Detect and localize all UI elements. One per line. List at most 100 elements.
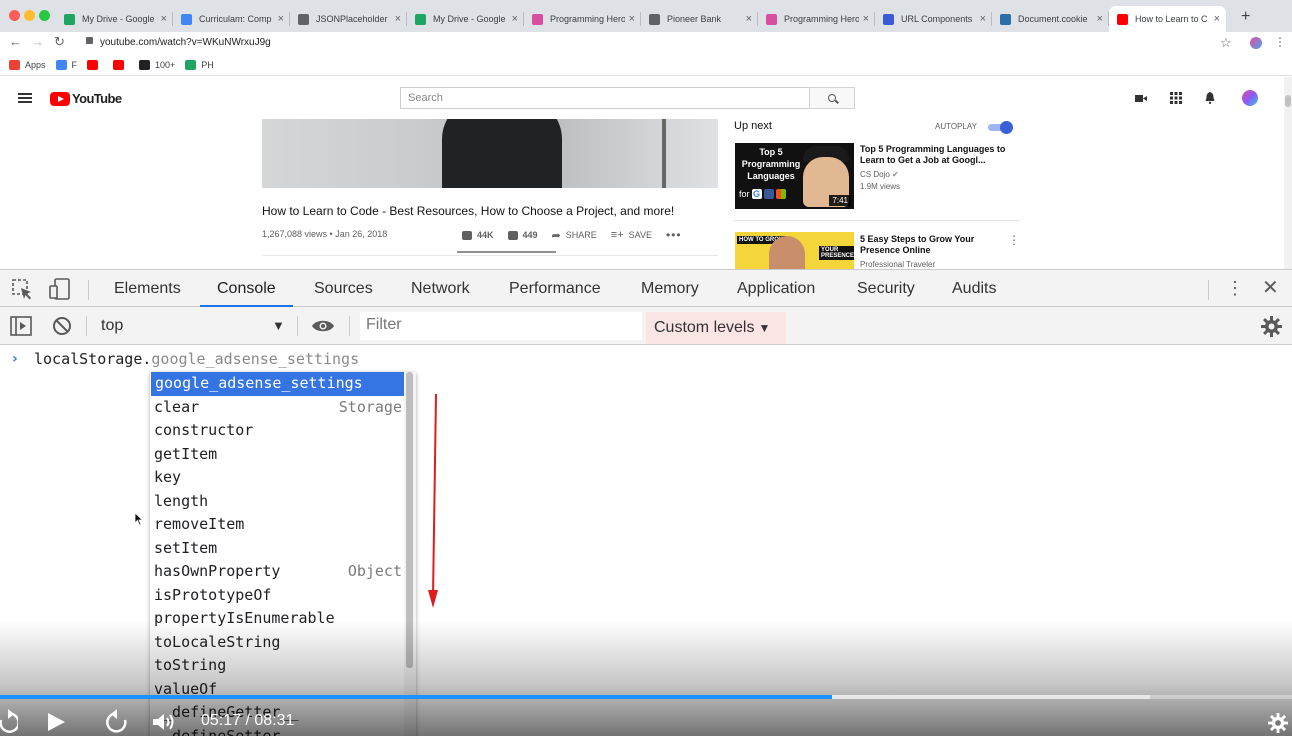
dislike-button[interactable]: 449 [507, 230, 538, 240]
tab-close-icon[interactable]: × [863, 13, 869, 25]
tab-close-icon[interactable]: × [1214, 13, 1220, 25]
sidebar-toggle-icon[interactable] [10, 316, 32, 336]
browser-tab[interactable]: URL Components × [875, 6, 992, 32]
bookmark-star-icon[interactable]: ☆ [1220, 35, 1232, 51]
autocomplete-item[interactable]: removeItem [150, 513, 416, 537]
bookmark-item[interactable]: PH [185, 59, 214, 70]
context-select[interactable]: top [94, 313, 286, 339]
tab-close-icon[interactable]: × [161, 13, 167, 25]
context-dropdown-icon[interactable]: ▼ [272, 313, 285, 339]
recommendation-channel[interactable]: CS Dojo ✔ [860, 170, 899, 179]
extension-icon[interactable] [1250, 37, 1262, 49]
save-button[interactable]: ≡+ SAVE [611, 229, 652, 241]
browser-tab[interactable]: My Drive - Google × [56, 6, 173, 32]
autocomplete-item[interactable]: toLocaleString [150, 631, 416, 655]
autocomplete-item[interactable]: getItem [150, 443, 416, 467]
search-button[interactable] [809, 87, 855, 109]
recommendation-channel[interactable]: Professional Traveler [860, 260, 935, 269]
browser-tab[interactable]: JSONPlaceholder × [290, 6, 407, 32]
recommendation-title[interactable]: 5 Easy Steps to Grow Your Presence Onlin… [860, 234, 1006, 256]
autocomplete-item[interactable]: clear Storage [150, 396, 416, 420]
autoplay-toggle[interactable] [988, 121, 1014, 134]
search-input[interactable]: Search [400, 87, 810, 109]
tab-close-icon[interactable]: × [512, 13, 518, 25]
create-video-icon[interactable] [1135, 92, 1147, 104]
console-settings-gear-icon[interactable] [1261, 316, 1282, 337]
more-actions-icon[interactable]: ••• [666, 228, 682, 242]
browser-tab[interactable]: How to Learn to C × [1109, 6, 1226, 32]
live-expression-eye-icon[interactable] [311, 319, 335, 333]
bookmark-item[interactable]: 100+ [139, 59, 175, 70]
tab-close-icon[interactable]: × [746, 13, 752, 25]
clear-console-icon[interactable] [52, 316, 72, 336]
recommendation-title[interactable]: Top 5 Programming Languages to Learn to … [860, 144, 1006, 166]
autocomplete-item[interactable]: google_adsense_settings [151, 372, 404, 396]
like-button[interactable]: 44K [462, 230, 494, 240]
autocomplete-item[interactable]: length [150, 490, 416, 514]
reload-icon[interactable]: ↻ [54, 34, 65, 50]
browser-tab[interactable]: Programming Hero × [758, 6, 875, 32]
youtube-logo[interactable]: YouTube [50, 91, 122, 106]
account-avatar[interactable] [1242, 90, 1258, 106]
tab-close-icon[interactable]: × [629, 13, 635, 25]
close-devtools-icon[interactable]: ✕ [1262, 275, 1279, 300]
tab-memory[interactable]: Memory [641, 270, 699, 307]
rewind-icon[interactable] [0, 708, 18, 734]
browser-tab[interactable]: Document.cookie × [992, 6, 1109, 32]
minimize-window-button[interactable] [24, 10, 35, 21]
volume-icon[interactable] [152, 712, 176, 732]
new-tab-button[interactable]: + [1241, 8, 1250, 26]
device-toolbar-icon[interactable] [49, 278, 71, 300]
tab-audits[interactable]: Audits [952, 270, 996, 307]
page-scrollbar[interactable] [1284, 77, 1292, 269]
filter-input[interactable]: Filter [360, 312, 642, 340]
console-panel[interactable]: › localStorage.google_adsense_settings g… [0, 345, 1292, 736]
bookmark-item[interactable] [87, 59, 103, 70]
tab-performance[interactable]: Performance [509, 270, 601, 307]
tab-security[interactable]: Security [857, 270, 915, 307]
recommendation-thumbnail[interactable]: HOW TO GROW YOUR PRESENCE [735, 232, 854, 269]
tab-close-icon[interactable]: × [1097, 13, 1103, 25]
log-levels-dropdown[interactable]: Custom levels ▼ [646, 312, 786, 344]
bookmark-item[interactable]: F [55, 59, 77, 70]
autocomplete-item[interactable]: constructor [150, 419, 416, 443]
autocomplete-item[interactable]: hasOwnProperty Object [150, 560, 416, 584]
autocomplete-item[interactable]: key [150, 466, 416, 490]
share-button[interactable]: ➦ SHARE [552, 229, 597, 242]
bookmark-item[interactable] [113, 59, 129, 70]
autocomplete-item[interactable]: isPrototypeOf [150, 584, 416, 608]
more-options-icon[interactable]: ⋮ [1008, 233, 1020, 247]
back-arrow-icon[interactable]: ← [9, 34, 22, 49]
browser-tab[interactable]: Pioneer Bank × [641, 6, 758, 32]
tab-application[interactable]: Application [737, 270, 815, 307]
tab-sources[interactable]: Sources [314, 270, 373, 307]
bookmark-item[interactable]: Apps [9, 59, 46, 70]
browser-tab[interactable]: Curriculam: Comp × [173, 6, 290, 32]
tab-close-icon[interactable]: × [395, 13, 401, 25]
page-scrollbar-thumb[interactable] [1285, 95, 1291, 107]
menu-hamburger-icon[interactable] [18, 93, 32, 103]
console-input[interactable]: localStorage.google_adsense_settings [34, 350, 359, 368]
devtools-menu-icon[interactable]: ⋮ [1226, 276, 1244, 300]
notifications-bell-icon[interactable] [1204, 92, 1216, 104]
maximize-window-button[interactable] [39, 10, 50, 21]
autocomplete-item[interactable]: propertyIsEnumerable [150, 607, 416, 631]
tab-elements[interactable]: Elements [114, 270, 181, 307]
tab-network[interactable]: Network [411, 270, 470, 307]
play-icon[interactable] [46, 712, 66, 732]
browser-menu-icon[interactable]: ⋮ [1274, 35, 1286, 49]
tab-close-icon[interactable]: × [980, 13, 986, 25]
player-settings-gear-icon[interactable] [1268, 713, 1288, 733]
video-frame[interactable] [262, 119, 718, 188]
autocomplete-item[interactable]: setItem [150, 537, 416, 561]
apps-grid-icon[interactable] [1170, 92, 1182, 104]
progress-played[interactable] [0, 695, 833, 699]
close-window-button[interactable] [9, 10, 20, 21]
browser-tab[interactable]: Programming Hero × [524, 6, 641, 32]
inspect-element-icon[interactable] [12, 279, 34, 301]
tab-close-icon[interactable]: × [278, 13, 284, 25]
recommendation-thumbnail[interactable]: Top 5 Programming Languages for G 7:41 [735, 143, 854, 209]
tab-console[interactable]: Console [200, 270, 293, 307]
forward-arrow-icon[interactable]: → [31, 34, 44, 49]
forward-icon[interactable] [104, 708, 130, 734]
